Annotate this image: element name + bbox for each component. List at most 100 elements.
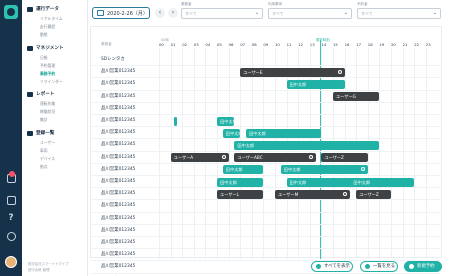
nav-item[interactable]: 稼働状況: [40, 109, 55, 115]
booking-label: ユーザーA: [173, 155, 194, 161]
nav-item[interactable]: 日報: [40, 55, 48, 61]
driver-row-label: 品川営業012345: [101, 130, 136, 136]
driver-row-label: 品川営業012345: [101, 264, 136, 270]
nav-item[interactable]: 集計: [40, 117, 48, 123]
sync-icon: [343, 191, 348, 196]
row-divider: [91, 187, 441, 189]
driver-row-label: 品川営業012345: [101, 154, 136, 160]
booking-bar[interactable]: 田中太郎: [222, 165, 264, 175]
booking-bar[interactable]: ユーザーE: [240, 67, 345, 77]
hour-gridline: [159, 48, 160, 259]
message-icon[interactable]: [4, 194, 18, 206]
booking-label: 田中太郎: [225, 167, 243, 173]
row-divider: [91, 272, 441, 274]
help-icon[interactable]: ?: [4, 212, 18, 224]
hour-label: 12: [298, 42, 304, 47]
nav-item[interactable]: デバイス: [40, 156, 55, 162]
booking-bar[interactable]: ユーザーA: [170, 153, 229, 163]
hour-label: 06: [228, 42, 234, 47]
booking-bar[interactable]: 田中太郎: [280, 165, 368, 175]
new-booking-label: 新規予約: [417, 264, 435, 269]
hour-label: 00: [159, 42, 164, 47]
date-label: 2020-2-26（月）: [107, 10, 148, 17]
nav-item[interactable]: 予約管理: [40, 63, 55, 69]
nav-section-header[interactable]: レポート: [27, 91, 54, 97]
booking-label: 田中太郎: [353, 179, 371, 185]
booking-bar[interactable]: ユーザーL: [217, 189, 264, 199]
driver-row-label: 品川営業012345: [101, 179, 136, 184]
nav-section-header[interactable]: 運行データ: [27, 6, 59, 12]
nav-section-title: マネジメント: [36, 46, 64, 51]
section-icon: [27, 45, 33, 51]
row-divider: [91, 248, 441, 250]
nav-item[interactable]: リマインダー: [40, 79, 63, 85]
nav-item[interactable]: ユーザー: [40, 140, 55, 146]
timeline-grid: 乗務者 00時 現在時刻 00 01 02 03 04 05 06 07 08 09 10 11 12 1…: [90, 26, 442, 274]
show-all-button[interactable]: すべてを表示: [311, 261, 353, 272]
app-root: ? 運行データリアルタイム 走行履歴動態マネジメント日報予約管理乗務予約リマインダ…: [0, 0, 450, 276]
booking-bar[interactable]: 田中太郎: [286, 79, 345, 89]
hour-label: 11: [286, 42, 292, 47]
booking-bar[interactable]: [174, 116, 178, 126]
booking-bar[interactable]: 田中太郎: [217, 177, 264, 187]
booking-bar[interactable]: ユーザーABC: [234, 153, 316, 163]
nav-item[interactable]: 走行履歴: [40, 24, 55, 30]
vehicle-filter-label: 利用車両: [268, 2, 282, 6]
driver-row-label: 品川営業012345: [101, 203, 136, 209]
driver-filter-value: すべて: [185, 11, 197, 16]
row-divider: [91, 101, 441, 103]
booking-bar[interactable]: ユーザーM: [275, 189, 351, 199]
row-divider: [91, 65, 441, 67]
driver-filter-select[interactable]: すべて ⌄: [181, 8, 263, 19]
booking-bar[interactable]: 田中太郎: [217, 116, 235, 126]
date-picker-button[interactable]: 2020-2-26（月）: [92, 7, 150, 19]
nav-item[interactable]: 車両: [40, 148, 48, 154]
row-divider: [91, 126, 441, 128]
hour-gridline: [228, 48, 230, 259]
booking-label: 田中太郎: [237, 142, 255, 148]
nav-section-header[interactable]: 登録一覧: [27, 130, 54, 136]
app-logo[interactable]: [4, 5, 18, 19]
driver-row-label: 品川営業012345: [101, 215, 136, 221]
company-name: 株式会社スマートドライブ: [28, 262, 69, 266]
nav-item[interactable]: 運転作業: [40, 101, 55, 107]
list-view-button[interactable]: 一覧を見る: [360, 261, 398, 272]
new-booking-button[interactable]: 新規予約: [404, 261, 442, 272]
driver-column-header: 乗務者: [101, 42, 112, 46]
booker-filter-value: すべて: [361, 11, 373, 16]
nav-item[interactable]: 乗務予約: [40, 71, 55, 77]
booking-label: 田中太郎: [220, 179, 237, 185]
booking-bar[interactable]: 田中太郎: [234, 140, 380, 150]
nav-section-header[interactable]: マネジメント: [27, 45, 64, 51]
nav-item[interactable]: 動態: [40, 32, 48, 38]
section-icon: [27, 130, 33, 136]
booking-bar[interactable]: ユーザーZ: [356, 189, 391, 199]
nav-item[interactable]: 拠点: [40, 164, 48, 170]
booking-bar[interactable]: 田中太郎: [350, 177, 415, 187]
hour-label: 20: [391, 42, 396, 47]
driver-row-label: 品川営業012345: [101, 166, 136, 172]
next-day-button[interactable]: ›: [168, 8, 178, 18]
nav-item[interactable]: リアルタイム: [40, 16, 63, 22]
row-divider: [91, 89, 441, 91]
row-divider: [91, 236, 441, 237]
booking-bar[interactable]: 田中太郎: [246, 128, 322, 138]
settings-icon[interactable]: [4, 230, 18, 242]
driver-row-label: 品川営業012345: [101, 142, 136, 148]
hour-label: 08: [251, 42, 257, 47]
vehicle-filter-value: すべて: [272, 11, 284, 16]
booker-filter-select[interactable]: すべて ⌄: [357, 8, 441, 19]
booking-bar[interactable]: 田中太郎: [222, 128, 241, 138]
avatar[interactable]: [5, 256, 17, 268]
vehicle-filter-select[interactable]: すべて ⌄: [268, 8, 352, 19]
booking-label: 田中太郎: [249, 130, 266, 136]
hour-gridline: [367, 48, 369, 259]
driver-row-label: 品川営業012345: [101, 93, 136, 99]
booking-bar[interactable]: 田中太郎: [286, 177, 357, 187]
booking-bar[interactable]: ユーザーZ: [321, 153, 368, 163]
show-all-label: すべてを表示: [324, 264, 350, 269]
list-icon: [365, 264, 370, 269]
prev-day-button[interactable]: ‹: [155, 8, 165, 18]
booking-bar[interactable]: ユーザーG: [333, 92, 380, 102]
booking-label: 田中太郎: [283, 167, 301, 173]
